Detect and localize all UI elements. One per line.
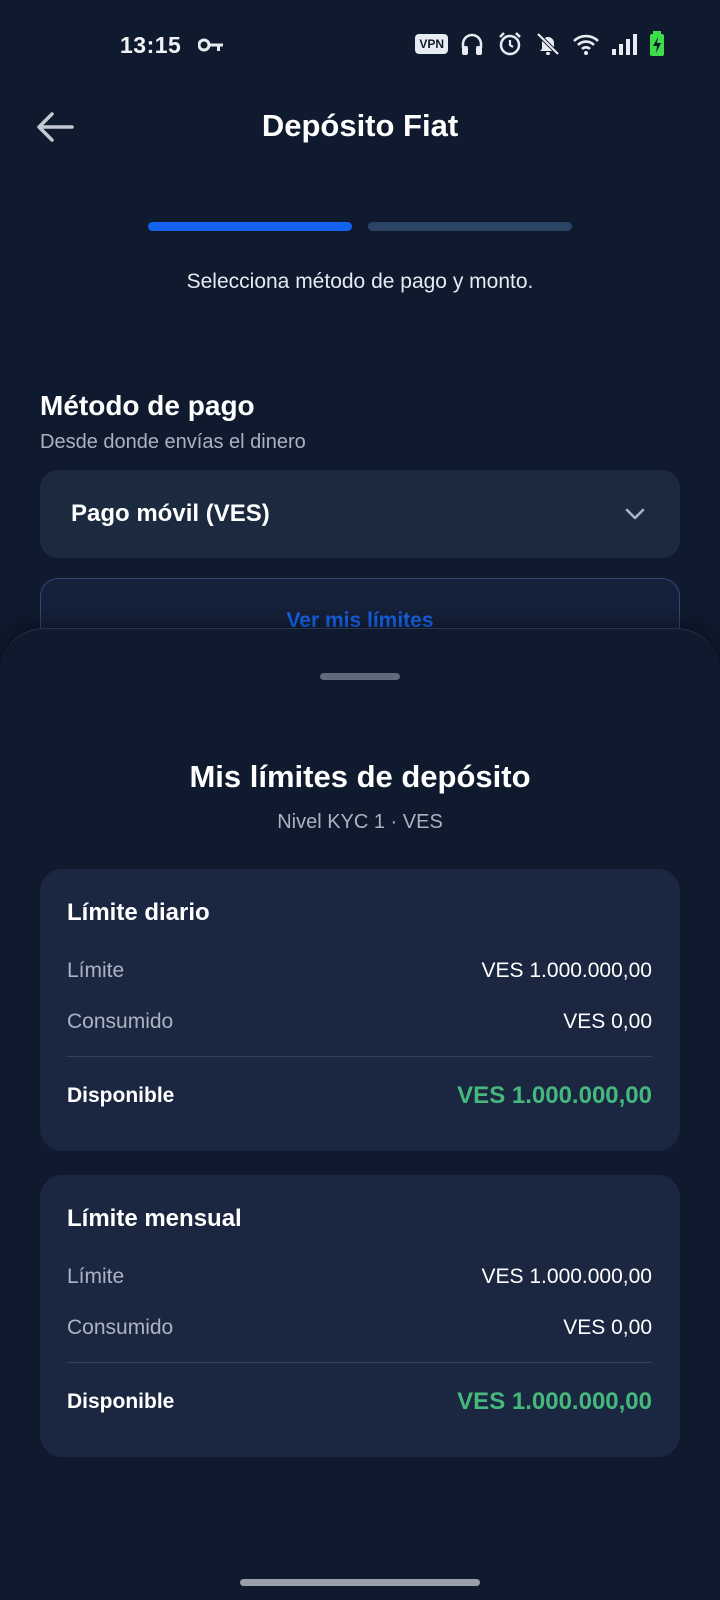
consumed-row: Consumido VES 0,00	[67, 1010, 652, 1034]
status-time: 13:15	[120, 32, 182, 58]
sheet-drag-handle[interactable]	[320, 673, 400, 680]
payment-method-select[interactable]: Pago móvil (VES)	[40, 470, 680, 558]
limit-value: VES 1.000.000,00	[481, 1265, 652, 1288]
limit-row: Límite VES 1.000.000,00	[67, 959, 652, 983]
progress-step-2	[368, 222, 572, 231]
step-description: Selecciona método de pago y monto.	[186, 270, 534, 293]
signal-icon	[612, 34, 637, 55]
divider	[67, 1362, 652, 1363]
page-title: Depósito Fiat	[261, 108, 459, 143]
available-value: VES 1.000.000,00	[457, 1388, 652, 1415]
home-indicator[interactable]	[240, 1579, 480, 1586]
card-title: Límite diario	[67, 899, 210, 926]
limit-row: Límite VES 1.000.000,00	[67, 1265, 652, 1289]
consumed-value: VES 0,00	[563, 1316, 652, 1339]
status-icons: VPN	[415, 30, 666, 58]
payment-method-title: Método de pago	[40, 390, 255, 421]
limit-value: VES 1.000.000,00	[481, 959, 652, 982]
consumed-value: VES 0,00	[563, 1010, 652, 1033]
battery-charging-icon	[650, 31, 664, 56]
bell-off-icon	[536, 32, 560, 56]
vpn-icon: VPN	[415, 34, 448, 54]
step-progress	[148, 222, 572, 231]
key-icon	[198, 38, 223, 52]
payment-method-value: Pago móvil (VES)	[71, 500, 270, 527]
available-label: Disponible	[67, 1084, 175, 1107]
available-label: Disponible	[67, 1390, 175, 1413]
progress-step-1	[148, 222, 352, 231]
chevron-down-icon	[625, 508, 645, 520]
available-row: Disponible VES 1.000.000,00	[67, 1388, 652, 1416]
alarm-icon	[499, 32, 521, 56]
daily-limit-card: Límite diario Límite VES 1.000.000,00 Co…	[40, 869, 680, 1151]
limit-label: Límite	[67, 1265, 125, 1288]
headphones-icon	[461, 33, 483, 55]
sheet-title: Mis límites de depósito	[189, 759, 531, 794]
sheet-subtitle: Nivel KYC 1 · VES	[277, 811, 443, 833]
status-bar: 13:15 VPN	[0, 0, 720, 92]
limits-bottom-sheet: Mis límites de depósito Nivel KYC 1 · VE…	[0, 628, 720, 1600]
wifi-icon	[573, 34, 599, 55]
consumed-row: Consumido VES 0,00	[67, 1316, 652, 1340]
available-row: Disponible VES 1.000.000,00	[67, 1082, 652, 1110]
consumed-label: Consumido	[67, 1010, 174, 1033]
payment-method-subtitle: Desde donde envías el dinero	[40, 431, 306, 453]
divider	[67, 1056, 652, 1057]
available-value: VES 1.000.000,00	[457, 1082, 652, 1109]
consumed-label: Consumido	[67, 1316, 174, 1339]
limit-label: Límite	[67, 959, 125, 982]
card-title: Límite mensual	[67, 1205, 242, 1232]
monthly-limit-card: Límite mensual Límite VES 1.000.000,00 C…	[40, 1175, 680, 1457]
